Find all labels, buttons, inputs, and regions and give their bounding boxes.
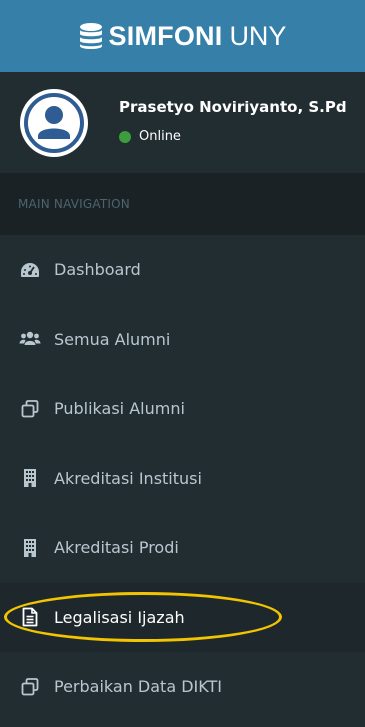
- nav-item-label: Publikasi Alumni: [54, 399, 185, 419]
- clone-icon: [19, 398, 41, 420]
- nav-item-label: Akreditasi Institusi: [54, 468, 202, 488]
- online-status-icon: [119, 130, 131, 143]
- nav-item-akreditasi-institusi[interactable]: Akreditasi Institusi: [0, 444, 365, 514]
- nav-item-label: Akreditasi Prodi: [54, 538, 179, 558]
- nav-item-label: Legalisasi Ijazah: [54, 607, 185, 627]
- building-icon: [19, 467, 41, 489]
- clone-icon: [19, 676, 41, 698]
- nav-item-legalisasi-ijazah[interactable]: Legalisasi Ijazah: [0, 582, 365, 652]
- nav-item-label: Dashboard: [54, 260, 141, 280]
- status-label: Online: [139, 129, 181, 144]
- dashboard-icon: [19, 259, 41, 281]
- nav-item-semua-alumni[interactable]: Semua Alumni: [0, 305, 365, 375]
- nav-section-header: MAIN NAVIGATION: [0, 173, 365, 235]
- nav-item-publikasi-alumni[interactable]: Publikasi Alumni: [0, 374, 365, 444]
- user-info: Prasetyo Noviriyanto, S.Pd Online: [119, 101, 359, 144]
- users-icon: [19, 328, 41, 350]
- user-panel: Prasetyo Noviriyanto, S.Pd Online: [0, 72, 365, 173]
- nav-item-label: Perbaikan Data DIKTI: [54, 677, 222, 697]
- logo-bar[interactable]: SIMFONI UNY: [0, 0, 365, 72]
- main-nav-menu: Dashboard Semua Alumni Publikasi Alumni …: [0, 235, 365, 722]
- nav-item-dashboard[interactable]: Dashboard: [0, 235, 365, 305]
- sidebar: SIMFONI UNY Prasetyo Noviriyanto, S.Pd O…: [0, 0, 365, 727]
- nav-item-akreditasi-prodi[interactable]: Akreditasi Prodi: [0, 513, 365, 583]
- brand-name: SIMFONI: [108, 20, 223, 51]
- user-status: Online: [119, 129, 359, 144]
- database-icon: [79, 23, 102, 49]
- user-name: Prasetyo Noviriyanto, S.Pd: [119, 101, 347, 116]
- avatar[interactable]: [20, 88, 88, 157]
- brand-suffix: UNY: [229, 20, 287, 51]
- file-text-icon: [19, 606, 41, 628]
- nav-item-label: Semua Alumni: [54, 329, 171, 349]
- nav-item-perbaikan-data-dikti[interactable]: Perbaikan Data DIKTI: [0, 652, 365, 722]
- user-avatar-icon: [24, 92, 84, 153]
- building-icon: [19, 537, 41, 559]
